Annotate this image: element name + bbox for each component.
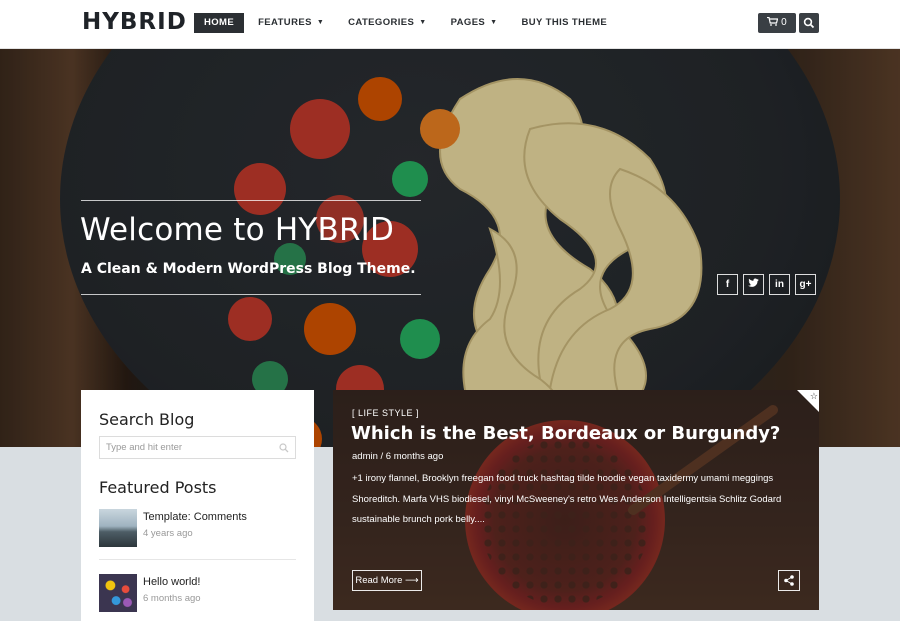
post-thumbnail <box>99 574 137 612</box>
chevron-down-icon: ▼ <box>419 19 427 26</box>
nav-item-features[interactable]: FEATURES ▼ <box>248 13 334 33</box>
arrow-right-icon: ⟶ <box>405 575 419 586</box>
cart-count: 0 <box>781 17 787 28</box>
featured-post-item[interactable]: Template: Comments 4 years ago <box>99 509 296 549</box>
nav-item-categories[interactable]: CATEGORIES ▼ <box>338 13 436 33</box>
read-more-label: Read More <box>355 575 403 586</box>
facebook-icon: f <box>725 279 730 290</box>
share-icon <box>784 575 794 586</box>
linkedin-button[interactable]: in <box>769 274 790 295</box>
share-button[interactable] <box>778 570 800 591</box>
site-header: HYBRID HOME FEATURES ▼ CATEGORIES ▼ PAGES ▼… <box>0 0 900 49</box>
chevron-down-icon: ▼ <box>316 19 325 26</box>
post-date: 6 months ago <box>143 593 201 604</box>
nav-label: PAGES <box>450 17 486 28</box>
featured-post-card: ☆ [ LIFE STYLE ] Which is the Best, Bord… <box>333 390 819 610</box>
read-more-button[interactable]: Read More ⟶ <box>352 570 422 591</box>
cart-icon <box>767 16 779 26</box>
site-logo[interactable]: HYBRID <box>82 9 187 35</box>
divider <box>99 559 296 560</box>
nav-label: BUY THIS THEME <box>521 17 608 28</box>
chevron-down-icon: ▼ <box>490 19 498 26</box>
search-icon <box>279 443 289 453</box>
hero-overlay <box>0 49 900 447</box>
post-meta: admin / 6 months ago <box>352 451 444 462</box>
hero-subtitle: A Clean & Modern WordPress Blog Theme. <box>81 261 416 277</box>
post-title[interactable]: Which is the Best, Bordeaux or Burgundy? <box>351 423 780 444</box>
nav-item-pages[interactable]: PAGES ▼ <box>441 13 508 33</box>
hero-divider-top <box>81 200 421 201</box>
star-icon: ☆ <box>809 391 818 401</box>
google-plus-button[interactable]: g+ <box>795 274 816 295</box>
hero-divider-bottom <box>81 294 421 295</box>
nav-label: FEATURES <box>258 17 312 28</box>
post-title[interactable]: Hello world! <box>143 576 200 588</box>
linkedin-icon: in <box>775 279 784 290</box>
nav-item-buy-theme[interactable]: BUY THIS THEME <box>512 13 618 33</box>
sidebar: Search Blog Featured Posts Template: Com… <box>81 390 314 621</box>
search-icon <box>803 17 815 29</box>
main-nav: HOME FEATURES ▼ CATEGORIES ▼ PAGES ▼ BUY TH… <box>194 13 621 33</box>
hero-title: Welcome to HYBRID <box>80 212 395 248</box>
search-field[interactable] <box>99 436 296 459</box>
post-title[interactable]: Template: Comments <box>143 511 247 523</box>
hero-banner: Welcome to HYBRID A Clean & Modern WordP… <box>0 49 900 447</box>
search-blog-title: Search Blog <box>99 410 195 429</box>
search-button[interactable] <box>799 13 819 33</box>
post-excerpt: +1 irony flannel, Brooklyn freegan food … <box>352 473 782 525</box>
cart-button[interactable]: 0 <box>758 13 796 33</box>
nav-label: CATEGORIES <box>348 17 415 28</box>
post-date: 4 years ago <box>143 528 193 539</box>
post-category[interactable]: [ LIFE STYLE ] <box>352 408 419 418</box>
twitter-icon <box>748 278 759 287</box>
search-input[interactable] <box>100 437 270 458</box>
twitter-button[interactable] <box>743 274 764 295</box>
nav-item-home[interactable]: HOME <box>194 13 245 33</box>
featured-post-item[interactable]: Hello world! 6 months ago <box>99 574 296 614</box>
nav-label: HOME <box>204 17 235 28</box>
post-thumbnail <box>99 509 137 547</box>
facebook-button[interactable]: f <box>717 274 738 295</box>
featured-posts-title: Featured Posts <box>99 478 217 497</box>
google-plus-icon: g+ <box>799 279 812 290</box>
